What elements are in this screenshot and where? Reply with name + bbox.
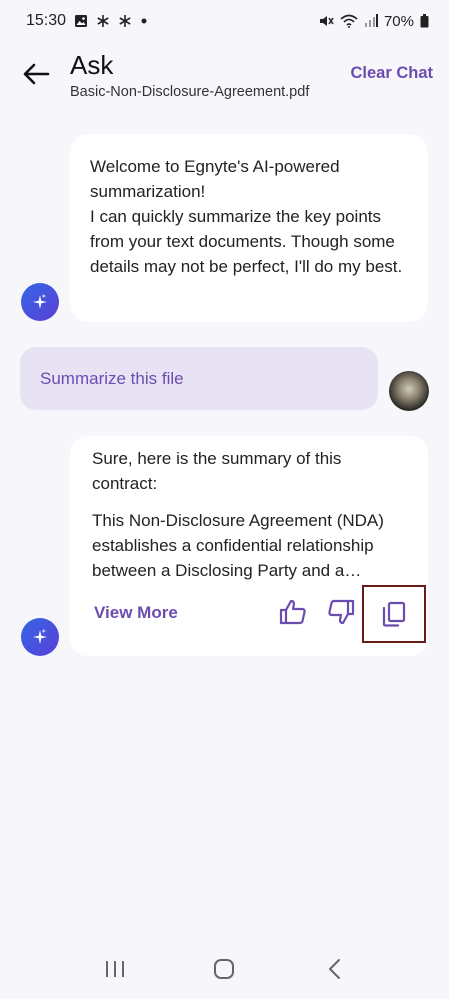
ai-avatar — [21, 618, 59, 656]
asterisk-icon — [118, 14, 132, 28]
user-message-text: Summarize this file — [40, 368, 184, 388]
view-more-button[interactable]: View More — [94, 600, 178, 625]
arrow-left-icon — [23, 63, 50, 85]
system-nav-bar — [0, 939, 449, 999]
action-icons — [269, 585, 428, 643]
ai-message-welcome: Welcome to Egnyte's AI-powered summariza… — [70, 134, 428, 322]
ask-screen: 15:30 70% Ask Basic-Non-Disclosure-Agree… — [0, 0, 449, 999]
status-time: 15:30 — [26, 12, 67, 29]
sparkle-icon — [33, 628, 47, 644]
battery-icon — [420, 14, 429, 28]
recent-apps-button[interactable] — [95, 949, 135, 989]
battery-percent: 70% — [383, 12, 414, 30]
status-bar: 15:30 70% — [0, 0, 449, 42]
reply-intro: Sure, here is the summary of this contra… — [92, 449, 342, 493]
clear-chat-button[interactable]: Clear Chat — [350, 64, 433, 83]
thumbs-up-button[interactable] — [269, 588, 317, 636]
page-title: Ask — [70, 50, 114, 80]
welcome-text: Welcome to Egnyte's AI-powered summariza… — [90, 157, 403, 276]
asterisk-icon — [96, 14, 110, 28]
mute-icon — [318, 14, 334, 28]
ai-avatar — [21, 283, 59, 321]
dot-icon — [140, 17, 148, 25]
system-back-button[interactable] — [314, 949, 354, 989]
wifi-icon — [340, 14, 358, 28]
sparkle-icon — [33, 293, 47, 309]
recent-apps-icon — [105, 961, 124, 977]
thumbs-down-button[interactable] — [317, 588, 365, 636]
signal-icon — [364, 14, 378, 28]
message-actions: View More — [70, 585, 428, 643]
header: Ask Basic-Non-Disclosure-Agreement.pdf C… — [0, 46, 449, 106]
back-button[interactable] — [20, 58, 52, 90]
user-avatar — [389, 371, 429, 411]
file-name: Basic-Non-Disclosure-Agreement.pdf — [70, 84, 310, 100]
home-button[interactable] — [204, 949, 244, 989]
thumbs-up-icon — [279, 599, 306, 625]
thumbs-down-icon — [328, 599, 355, 625]
chevron-left-icon — [329, 959, 341, 979]
copy-button[interactable] — [362, 585, 426, 643]
copy-icon — [382, 601, 406, 627]
user-message: Summarize this file — [20, 347, 378, 410]
status-right: 70% — [318, 13, 429, 30]
status-left: 15:30 — [26, 12, 148, 30]
ai-message-summary: Sure, here is the summary of this contra… — [70, 436, 428, 656]
home-icon — [214, 959, 235, 979]
image-icon — [74, 14, 88, 28]
reply-excerpt: This Non-Disclosure Agreement (NDA) esta… — [92, 511, 384, 580]
